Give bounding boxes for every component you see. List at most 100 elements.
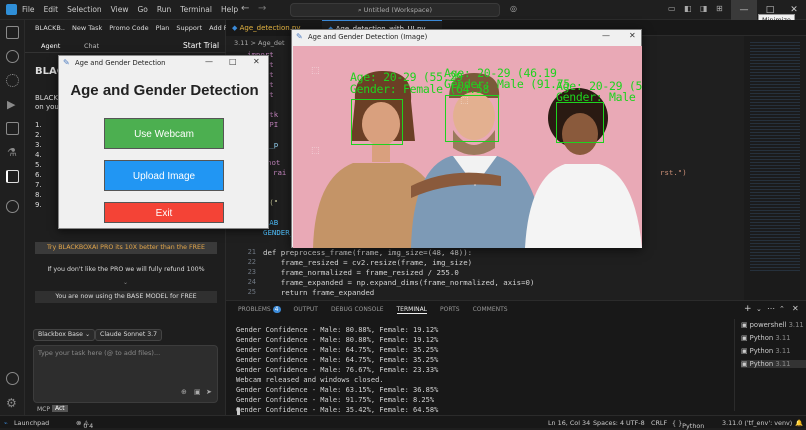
menu-help[interactable]: Help bbox=[221, 5, 238, 14]
tab-problems[interactable]: PROBLEMS 4 bbox=[238, 306, 281, 314]
menu-selection[interactable]: Selection bbox=[67, 5, 102, 14]
terminal-list: ▣ powershell 3.11 ▣ Python 3.11 ▣ Python… bbox=[734, 319, 806, 411]
start-trial-button[interactable]: Start Trial bbox=[183, 41, 219, 50]
more-icon[interactable]: ⋯ bbox=[767, 304, 775, 313]
send-icon[interactable]: ➤ bbox=[206, 388, 212, 396]
python-interpreter[interactable]: 3.11.0 ('tf_env': venv) bbox=[722, 419, 792, 427]
menu-edit[interactable]: Edit bbox=[44, 5, 59, 14]
copilot-icon[interactable]: ◎ bbox=[510, 4, 517, 13]
errors-warnings[interactable]: ⊗ 0 ⚠ 4 bbox=[76, 419, 93, 430]
code-line: frame_resized = cv2.resize(frame, img_si… bbox=[263, 258, 473, 267]
support-button[interactable]: Support bbox=[176, 24, 202, 32]
terminal-instance[interactable]: ▣ Python 3.11 bbox=[741, 334, 790, 342]
cursor-position[interactable]: Ln 16, Col 34 bbox=[548, 419, 590, 427]
search-icon[interactable] bbox=[6, 50, 19, 63]
line-number: 23 bbox=[247, 268, 256, 276]
base-model-notice: You are now using the BASE MODEL for FRE… bbox=[35, 291, 217, 303]
menu-run[interactable]: Run bbox=[157, 5, 171, 14]
blackbox-icon[interactable] bbox=[6, 170, 19, 183]
line-number: 24 bbox=[247, 278, 256, 286]
list-item: 8. bbox=[35, 191, 42, 199]
window-minimize-button[interactable]: — bbox=[205, 57, 213, 66]
tab-ports[interactable]: PORTS bbox=[440, 306, 460, 314]
workspace-name: Untitled (Workspace) bbox=[363, 6, 433, 14]
blackbox-title: BLACKB.. bbox=[35, 24, 65, 32]
command-center-search[interactable]: ⌕ Untitled (Workspace) bbox=[290, 3, 500, 17]
terminal-name: Python bbox=[749, 334, 774, 342]
terminal-instance[interactable]: ▣ Python 3.11 bbox=[741, 360, 806, 368]
terminal-line: Gender Confidence - Male: 63.15%, Female… bbox=[236, 386, 439, 394]
minimap[interactable] bbox=[744, 36, 806, 300]
source-control-icon[interactable] bbox=[6, 74, 19, 87]
exit-button[interactable]: Exit bbox=[104, 202, 224, 223]
menu-file[interactable]: File bbox=[22, 5, 35, 14]
upgrade-pro-banner[interactable]: Try BLACKBOXAI PRO its 10X better than t… bbox=[35, 242, 217, 254]
customize-layout-icon[interactable]: ⊞ bbox=[716, 4, 723, 13]
close-panel-icon[interactable]: ✕ bbox=[792, 304, 799, 313]
language-mode[interactable]: { } Python bbox=[672, 419, 704, 430]
layout-panel-icon[interactable]: ▭ bbox=[668, 4, 676, 13]
extensions-icon[interactable] bbox=[6, 122, 19, 135]
settings-gear-icon[interactable]: ⚙ bbox=[6, 396, 19, 410]
model-select[interactable]: Blackbox Base ⌄ bbox=[33, 329, 96, 341]
layout-secondary-icon[interactable]: ◨ bbox=[700, 4, 708, 13]
claude-model-button[interactable]: Claude Sonnet 3.7 bbox=[95, 329, 163, 341]
plan-button[interactable]: Plan bbox=[156, 24, 170, 32]
tab-agent[interactable]: Agent bbox=[41, 42, 60, 50]
layout-sidebar-icon[interactable]: ◧ bbox=[684, 4, 692, 13]
attach-icon[interactable]: ⊕ bbox=[181, 388, 187, 396]
code-line: frame_expanded = np.expand_dims(frame_no… bbox=[263, 278, 535, 287]
chevron-down-icon: ⌄ bbox=[123, 279, 129, 286]
line-number: 25 bbox=[247, 288, 256, 296]
line-ending[interactable]: CRLF bbox=[651, 419, 667, 427]
indentation[interactable]: Spaces: 4 bbox=[593, 419, 624, 427]
list-item: 4. bbox=[35, 151, 42, 159]
tab-debug-console[interactable]: DEBUG CONSOLE bbox=[331, 306, 384, 314]
minimize-button[interactable]: — bbox=[731, 0, 757, 20]
remote-icon[interactable]: ⌁ bbox=[4, 419, 8, 427]
tab-chat[interactable]: Chat bbox=[84, 42, 99, 50]
chat-input-placeholder: Type your task here (@ to add files)... bbox=[38, 349, 161, 357]
window-close-button[interactable]: ✕ bbox=[253, 57, 260, 66]
menu-view[interactable]: View bbox=[111, 5, 129, 14]
tab-comments[interactable]: COMMENTS bbox=[473, 306, 508, 314]
menu-terminal[interactable]: Terminal bbox=[180, 5, 212, 14]
image-icon[interactable]: ▣ bbox=[194, 388, 201, 396]
explorer-icon[interactable] bbox=[6, 26, 19, 39]
bell-icon[interactable]: 🔔 bbox=[795, 419, 803, 427]
chat-input[interactable]: Type your task here (@ to add files)... … bbox=[33, 345, 218, 403]
list-item: 7. bbox=[35, 181, 42, 189]
language-label: Python bbox=[682, 422, 705, 430]
code-line: def preprocess_frame(frame, img_size=(48… bbox=[263, 248, 473, 257]
window-maximize-button[interactable]: □ bbox=[229, 57, 237, 66]
testing-icon[interactable]: ⚗ bbox=[7, 146, 20, 159]
upload-image-button[interactable]: Upload Image bbox=[104, 160, 224, 191]
run-debug-icon[interactable]: ▶ bbox=[7, 98, 20, 111]
launchpad-button[interactable]: Launchpad bbox=[14, 419, 49, 427]
mcp-button[interactable]: MCP bbox=[37, 406, 50, 413]
forward-arrow-icon[interactable]: → bbox=[258, 3, 266, 14]
maximize-panel-icon[interactable]: ⌃ bbox=[779, 305, 785, 313]
new-task-button[interactable]: New Task bbox=[72, 24, 102, 32]
window-minimize-button[interactable]: — bbox=[602, 31, 610, 40]
menu-go[interactable]: Go bbox=[137, 5, 147, 14]
account-icon[interactable] bbox=[6, 372, 19, 385]
terminal-instance[interactable]: ▣ Python 3.11 bbox=[741, 347, 790, 355]
chevron-down-icon[interactable]: ⌄ bbox=[756, 305, 762, 313]
use-webcam-button[interactable]: Use Webcam bbox=[104, 118, 224, 149]
terminal-instance[interactable]: ▣ powershell 3.11 bbox=[741, 321, 804, 329]
act-toggle[interactable]: Act bbox=[52, 405, 68, 412]
terminal-name: powershell bbox=[749, 321, 787, 329]
tab-output[interactable]: OUTPUT bbox=[294, 306, 318, 314]
encoding[interactable]: UTF-8 bbox=[626, 419, 645, 427]
watermark-icon: ⬚ bbox=[311, 66, 320, 76]
tab-terminal[interactable]: TERMINAL bbox=[396, 306, 428, 314]
code-fragment: rst.") bbox=[660, 168, 687, 177]
terminal-line: Gender Confidence - Male: 80.88%, Female… bbox=[236, 326, 439, 334]
python-icon[interactable] bbox=[6, 200, 19, 213]
promo-code-button[interactable]: Promo Code bbox=[109, 24, 148, 32]
new-terminal-icon[interactable]: + bbox=[744, 304, 752, 314]
menu-bar: File Edit Selection View Go Run Terminal… bbox=[22, 5, 238, 14]
window-close-button[interactable]: ✕ bbox=[629, 31, 636, 40]
back-arrow-icon[interactable]: ← bbox=[241, 3, 249, 14]
